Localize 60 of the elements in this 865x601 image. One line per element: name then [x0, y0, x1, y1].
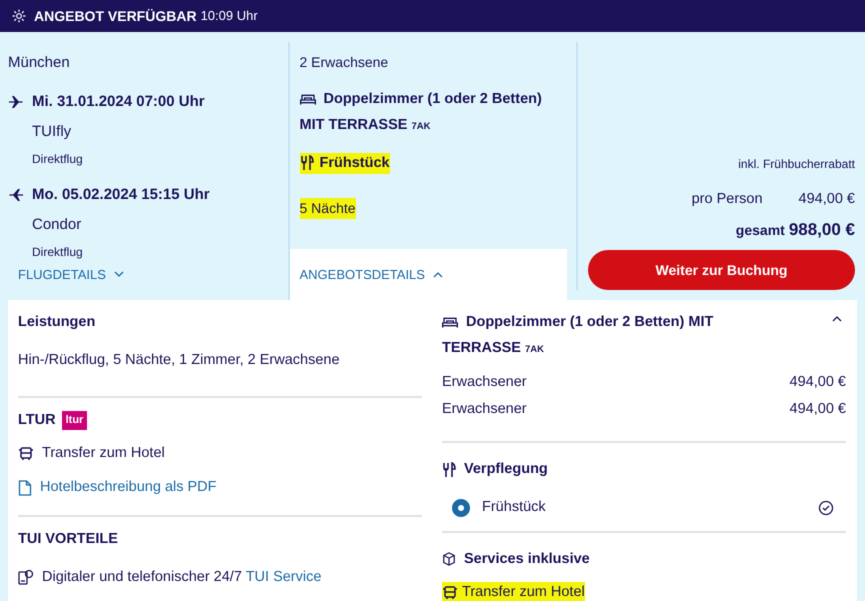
section-title: LTUR — [18, 410, 56, 430]
radio-button[interactable] — [452, 498, 470, 517]
room-name: TERRASSE — [442, 338, 521, 358]
price-label: Erwachsener — [442, 372, 527, 392]
per-person-price: 494,00 € — [798, 190, 855, 209]
room-name: MIT TERRASSE — [300, 116, 408, 135]
board-option: Frühstück — [482, 496, 806, 518]
nights-label: 5 Nächte — [300, 198, 356, 220]
chevron-icon — [432, 272, 443, 278]
ltur-logo: ltur — [62, 411, 88, 430]
cutlery-icon — [300, 155, 314, 172]
service-phone-icon — [18, 569, 34, 586]
board-label: Frühstück — [300, 152, 390, 174]
sun-icon — [12, 9, 26, 23]
total-price: 988,00 € — [788, 218, 855, 240]
continue-booking-button[interactable]: Weiter zur Buchung — [588, 250, 855, 290]
bus-icon — [18, 446, 34, 462]
chevron-icon — [114, 271, 124, 278]
price-value: 494,00 € — [790, 372, 846, 392]
room-code: 7AK — [411, 120, 430, 134]
pdf-link[interactable]: Hotelbeschreibung als PDF — [40, 477, 217, 499]
flight-type: Direktflug — [31, 244, 84, 260]
cutlery-icon — [442, 462, 456, 478]
section-title: TUI VORTEILE — [18, 530, 118, 549]
banner-title: ANGEBOT VERFÜGBAR — [34, 6, 197, 26]
collapse-button[interactable] — [832, 316, 842, 322]
room-name: Doppelzimmer (1 oder 2 Betten) — [324, 90, 542, 109]
service-link[interactable]: TUI Service — [246, 568, 322, 584]
bed-icon — [442, 316, 458, 330]
flight-type: Direktflug — [31, 150, 84, 168]
bus-icon — [442, 585, 458, 601]
room-code: 7AK — [524, 342, 544, 357]
service-text: Digitaler und telefonischer 24/7 TUI Service — [42, 568, 322, 586]
airplane-icon — [8, 94, 24, 110]
airline-name: TUIfly — [31, 122, 72, 142]
discount-note: inkl. Frühbucherrabatt — [738, 156, 855, 173]
offer-details-tab[interactable]: ANGEBOTSDETAILS — [290, 249, 566, 300]
section-title: Verpflegung — [464, 460, 548, 479]
document-icon — [18, 480, 32, 496]
price-value: 494,00 € — [790, 400, 846, 420]
flight-details-toggle[interactable]: FLUGDETAILS — [18, 264, 124, 284]
banner-time: 10:09 Uhr — [200, 7, 258, 26]
traveller-count: 2 Erwachsene — [300, 53, 390, 72]
origin-city: München — [8, 53, 71, 73]
section-title: Leistungen — [18, 313, 96, 332]
total-label: gesamt — [736, 220, 785, 240]
airplane-icon — [8, 186, 24, 203]
airline-name: Condor — [31, 215, 82, 235]
bed-icon — [300, 92, 316, 107]
package-icon — [442, 552, 456, 566]
room-name: Doppelzimmer (1 oder 2 Betten) MIT — [466, 313, 714, 332]
price-label: Erwachsener — [442, 400, 527, 420]
included-service: Transfer zum Hotel — [442, 582, 585, 601]
flight-datetime: Mi. 31.01.2024 07:00 Uhr — [32, 92, 205, 112]
section-title: Services inklusive — [464, 550, 590, 568]
flight-datetime: Mo. 05.02.2024 15:15 Uhr — [32, 184, 210, 204]
service-item: Transfer zum Hotel — [42, 444, 165, 464]
per-person-label: pro Person — [692, 190, 763, 209]
chevron-icon — [832, 316, 842, 322]
services-summary: Hin-/Rückflug, 5 Nächte, 1 Zimmer, 2 Erwachsene — [18, 350, 341, 370]
